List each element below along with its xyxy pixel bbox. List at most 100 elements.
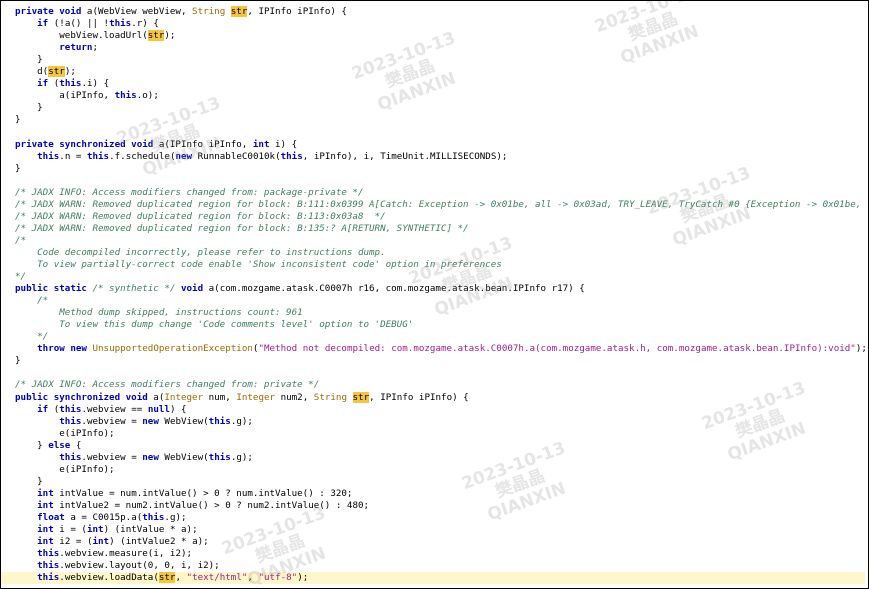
code-token: this bbox=[37, 572, 60, 584]
code-token: */ bbox=[15, 271, 27, 283]
code-token: */ bbox=[15, 331, 49, 343]
code-token: i) { bbox=[275, 138, 298, 150]
code-token: this bbox=[59, 451, 82, 463]
code-token: a(IPInfo iPInfo, bbox=[158, 138, 253, 150]
code-token: ) (intValue2 * a); bbox=[109, 536, 209, 548]
code-line[interactable]: throw new UnsupportedOperationException(… bbox=[15, 343, 865, 355]
code-token: /* JADX INFO: Access modifiers changed f… bbox=[15, 379, 320, 391]
code-line[interactable]: /* JADX WARN: Removed duplicated region … bbox=[15, 223, 865, 235]
code-token: ); bbox=[64, 66, 76, 78]
code-line[interactable]: } bbox=[15, 476, 865, 488]
code-line[interactable]: To view this dump change 'Code comments … bbox=[15, 319, 865, 331]
code-token: this bbox=[208, 415, 231, 427]
code-line[interactable]: webView.loadUrl(str); bbox=[15, 30, 865, 42]
code-token: new bbox=[175, 150, 198, 162]
code-token: { bbox=[75, 439, 82, 451]
code-line[interactable]: } bbox=[15, 355, 865, 367]
code-token: .webview == bbox=[81, 403, 148, 415]
code-token: webView.loadUrl( bbox=[15, 30, 148, 42]
code-token: , IPInfo iPInfo) { bbox=[369, 391, 469, 403]
code-line[interactable]: private synchronized void a(IPInfo iPInf… bbox=[15, 139, 865, 151]
code-token: "utf-8" bbox=[258, 572, 298, 584]
code-line[interactable]: public static /* synthetic */ void a(com… bbox=[15, 283, 865, 295]
code-line[interactable]: int intValue2 = num2.intValue() > 0 ? nu… bbox=[15, 500, 865, 512]
code-line[interactable]: this.webview = new WebView(this.g); bbox=[15, 416, 865, 428]
code-token: } bbox=[15, 162, 21, 174]
code-line[interactable]: */ bbox=[15, 271, 865, 283]
code-line[interactable]: } bbox=[15, 163, 865, 175]
code-line[interactable]: this.n = this.f.schedule(new RunnableC00… bbox=[15, 151, 865, 163]
code-line[interactable]: d(str); bbox=[15, 66, 865, 78]
code-token: .g); bbox=[230, 451, 253, 463]
code-token: this bbox=[37, 150, 60, 162]
code-line[interactable]: this.webview.layout(0, 0, i, i2); bbox=[15, 560, 865, 572]
code-line[interactable]: /* JADX INFO: Access modifiers changed f… bbox=[15, 187, 865, 199]
code-line[interactable]: public synchronized void a(Integer num, … bbox=[15, 391, 865, 404]
code-line[interactable]: int intValue = num.intValue() > 0 ? num.… bbox=[15, 488, 865, 500]
code-line[interactable]: if (this.webview == null) { bbox=[15, 404, 865, 416]
code-line[interactable]: if (this.i) { bbox=[15, 78, 865, 90]
code-token: } bbox=[15, 102, 43, 114]
code-line[interactable] bbox=[15, 126, 865, 138]
code-line[interactable]: int i = (int) (intValue * a); bbox=[15, 524, 865, 536]
code-token: String bbox=[313, 391, 353, 403]
code-line[interactable]: */ bbox=[15, 331, 865, 343]
code-token: a(iPInfo, bbox=[15, 90, 115, 102]
code-token: .f.schedule( bbox=[109, 150, 176, 162]
code-line[interactable]: private void a(WebView webView, String s… bbox=[15, 6, 865, 18]
code-token: intValue = num.intValue() > 0 ? num.intV… bbox=[59, 487, 353, 499]
code-line[interactable]: this.webview = new WebView(this.g); bbox=[15, 452, 865, 464]
code-token: num2, bbox=[280, 391, 314, 403]
code-line[interactable]: To view partially-correct code enable 'S… bbox=[15, 259, 865, 271]
code-token: return bbox=[59, 42, 93, 54]
code-line[interactable]: e(iPInfo); bbox=[15, 428, 865, 440]
code-line[interactable]: a(iPInfo, this.o); bbox=[15, 90, 865, 102]
code-line[interactable]: this.webview.measure(i, i2); bbox=[15, 548, 865, 560]
code-token: ) { bbox=[169, 403, 187, 415]
code-token: WebView( bbox=[164, 451, 209, 463]
code-line[interactable]: if (!a() || !this.r) { bbox=[15, 18, 865, 30]
code-line[interactable]: float a = C0015p.a(this.g); bbox=[15, 512, 865, 524]
code-line[interactable]: } bbox=[15, 54, 865, 66]
code-line[interactable]: } bbox=[15, 102, 865, 114]
code-line[interactable] bbox=[15, 367, 865, 379]
code-viewer[interactable]: private void a(WebView webView, String s… bbox=[0, 0, 869, 589]
code-token: null bbox=[147, 403, 170, 415]
code-token: /* bbox=[15, 234, 27, 246]
code-line[interactable]: /* JADX INFO: Access modifiers changed f… bbox=[15, 379, 865, 391]
code-token: else bbox=[48, 439, 76, 451]
code-line[interactable]: Code decompiled incorrectly, please refe… bbox=[15, 247, 865, 259]
code-line[interactable]: /* JADX WARN: Removed duplicated region … bbox=[15, 211, 865, 223]
code-token: this bbox=[37, 560, 60, 572]
code-token: i2 = ( bbox=[59, 536, 93, 548]
search-highlight: str bbox=[147, 30, 165, 42]
search-highlight: str bbox=[352, 391, 370, 403]
code-line[interactable]: Method dump skipped, instructions count:… bbox=[15, 307, 865, 319]
code-token: int bbox=[92, 536, 110, 548]
code-line[interactable]: /* JADX WARN: Removed duplicated region … bbox=[15, 199, 865, 211]
code-token: } bbox=[15, 439, 49, 451]
code-token: , IPInfo iPInfo) { bbox=[247, 6, 347, 17]
code-token: String bbox=[192, 6, 231, 17]
code-token: public synchronized void bbox=[15, 391, 154, 403]
code-token: .g); bbox=[230, 415, 253, 427]
code-line[interactable]: } bbox=[15, 114, 865, 126]
code-line[interactable]: /* bbox=[15, 295, 865, 307]
code-line[interactable]: int i2 = (int) (intValue2 * a); bbox=[15, 536, 865, 548]
code-line[interactable] bbox=[15, 175, 865, 187]
code-token: this bbox=[142, 511, 165, 523]
code-editor[interactable]: private void a(WebView webView, String s… bbox=[1, 6, 865, 585]
code-token: ); bbox=[855, 343, 865, 355]
code-line[interactable]: } else { bbox=[15, 440, 865, 452]
code-token: int bbox=[86, 524, 104, 536]
code-line[interactable]: /* bbox=[15, 235, 865, 247]
code-line[interactable]: e(iPInfo); bbox=[15, 464, 865, 476]
code-line[interactable]: return; bbox=[15, 42, 865, 54]
code-line[interactable]: this.webview.loadData(str, "text/html", … bbox=[1, 572, 865, 585]
code-token: .webview.measure(i, i2); bbox=[59, 548, 193, 560]
